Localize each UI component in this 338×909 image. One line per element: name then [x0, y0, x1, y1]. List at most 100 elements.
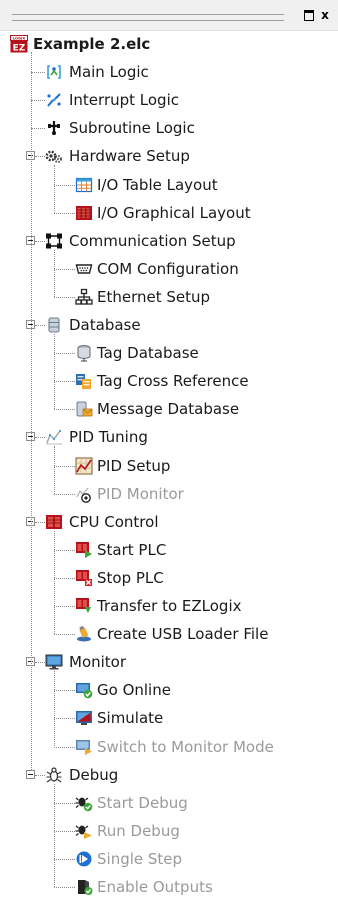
tree-connector-line: [54, 212, 75, 214]
panel-titlebar: x: [0, 0, 338, 31]
tree-connector-line: [54, 671, 55, 747]
pid-tuning-icon: [45, 428, 63, 446]
tree-item-label: PID Tuning: [69, 428, 148, 447]
tree-connector-line: [31, 128, 45, 130]
tree-connector-line: [54, 268, 75, 270]
tree-item-cross-reference[interactable]: Tag Cross Reference: [0, 367, 338, 395]
tree-item-start-plc[interactable]: Start PLC: [0, 536, 338, 564]
tree-item-label: Interrupt Logic: [69, 91, 179, 110]
cross-reference-icon: [75, 372, 93, 390]
table-layout-icon: [75, 176, 93, 194]
start-plc-icon: [75, 541, 93, 559]
tree-item-label: Switch to Monitor Mode: [97, 737, 274, 756]
tree-connector-line: [54, 606, 75, 607]
tree-connector-line: [35, 156, 45, 158]
tree-item-subroutine-logic[interactable]: Subroutine Logic: [0, 114, 338, 142]
tree-item-label: Go Online: [97, 681, 171, 700]
transfer-icon: [75, 597, 93, 615]
network-icon: [75, 288, 93, 306]
collapse-toggle[interactable]: [26, 769, 35, 779]
tree-connector-line: [54, 858, 75, 860]
tree-item-run-debug[interactable]: Run Debug: [0, 817, 338, 845]
tree-item-go-online[interactable]: Go Online: [0, 676, 338, 704]
tree-item-label: Run Debug: [97, 821, 180, 840]
tree-item-start-debug[interactable]: Start Debug: [0, 789, 338, 817]
monitor-mode-icon: [75, 738, 93, 756]
tree-item-database[interactable]: Database: [0, 311, 338, 339]
tree-item-bug[interactable]: Debug: [0, 761, 338, 789]
tree-item-serial-port[interactable]: COM Configuration: [0, 255, 338, 283]
tree-connector-line: [54, 783, 55, 887]
tree-item-label: Monitor: [69, 653, 127, 672]
tree-item-single-step[interactable]: Single Step: [0, 845, 338, 873]
tree-item-main-logic[interactable]: Main Logic: [0, 58, 338, 86]
tree-item-label: Tag Database: [97, 344, 199, 363]
tree-item-graphical-layout[interactable]: I/O Graphical Layout: [0, 199, 338, 227]
tree-item-label: Transfer to EZLogix: [97, 597, 242, 615]
tree-connector-line: [54, 296, 75, 298]
tree-connector-line: [35, 325, 45, 326]
interrupt-logic-icon: [45, 91, 63, 109]
tree-item-label: Start Debug: [97, 793, 188, 812]
tree-connector-line: [35, 774, 45, 776]
restore-icon: [304, 9, 314, 21]
tree-item-interrupt-logic[interactable]: Interrupt Logic: [0, 86, 338, 114]
tree-item-label: COM Configuration: [97, 259, 239, 278]
tree-connector-line: [54, 718, 75, 720]
tree-connector-line: [54, 746, 75, 748]
project-tree: LOGIX EZ Example 2.elc Main Logic Interrup…: [0, 30, 338, 909]
tree-connector-line: [31, 100, 45, 102]
tree-connector-line: [54, 802, 75, 804]
tree-connector-line: [35, 521, 45, 523]
tree-item-cpu-control[interactable]: CPU Control: [0, 508, 338, 536]
tree-item-simulate[interactable]: Simulate: [0, 704, 338, 732]
close-button[interactable]: x: [318, 8, 332, 22]
tree-item-label: Message Database: [97, 400, 240, 419]
database-icon: [45, 316, 63, 334]
gears-icon: [45, 147, 63, 165]
tree-connector-line: [54, 249, 55, 297]
tree-connector-line: [54, 887, 75, 888]
tree-connector-line: [35, 662, 45, 664]
tree-item-usb-loader[interactable]: Create USB Loader File: [0, 620, 338, 648]
tree-item-network[interactable]: Ethernet Setup: [0, 283, 338, 311]
message-database-icon: [75, 400, 93, 418]
tree-item-label: Subroutine Logic: [69, 119, 195, 138]
tree-connector-line: [54, 830, 75, 832]
pid-monitor-icon: [75, 485, 93, 503]
drag-grip[interactable]: [12, 14, 284, 21]
tree-item-label: Database: [69, 316, 141, 334]
tree-item-tag-database[interactable]: Tag Database: [0, 339, 338, 367]
tree-connector-line: [54, 530, 55, 635]
tree-item-label: Tag Cross Reference: [97, 372, 249, 391]
tree-item-label: Debug: [69, 765, 119, 784]
tree-item-label: Example 2.elc: [33, 35, 151, 53]
stop-plc-icon: [75, 569, 93, 587]
restore-button[interactable]: [302, 8, 316, 22]
tree-item-transfer[interactable]: Transfer to EZLogix: [0, 592, 338, 620]
tree-item-label: Communication Setup: [69, 231, 236, 250]
tree-item-label: Create USB Loader File: [97, 625, 269, 644]
enable-outputs-icon: [75, 878, 93, 896]
tree-item-label: Main Logic: [69, 63, 149, 82]
tree-item-message-database[interactable]: Message Database: [0, 395, 338, 423]
tree-item-enable-outputs[interactable]: Enable Outputs: [0, 873, 338, 901]
tree-item-pid-monitor[interactable]: PID Monitor: [0, 480, 338, 508]
usb-loader-icon: [75, 625, 93, 643]
tree-item-monitor-mode[interactable]: Switch to Monitor Mode: [0, 733, 338, 761]
tree-item-communication[interactable]: Communication Setup: [0, 227, 338, 255]
tree-root-project[interactable]: LOGIX EZ Example 2.elc: [0, 30, 338, 58]
tree-connector-line: [54, 184, 75, 186]
tree-item-monitor[interactable]: Monitor: [0, 648, 338, 676]
run-debug-icon: [75, 822, 93, 840]
tree-connector-line: [54, 549, 75, 551]
tree-item-label: Simulate: [97, 709, 164, 728]
tree-item-pid-tuning[interactable]: PID Tuning: [0, 423, 338, 451]
tree-item-gears[interactable]: Hardware Setup: [0, 142, 338, 170]
tag-database-icon: [75, 344, 93, 362]
tree-item-table-layout[interactable]: I/O Table Layout: [0, 171, 338, 199]
tree-item-label: I/O Table Layout: [97, 175, 218, 194]
tree-item-pid-setup[interactable]: PID Setup: [0, 452, 338, 480]
tree-connector-line: [54, 334, 55, 410]
tree-item-stop-plc[interactable]: Stop PLC: [0, 564, 338, 592]
